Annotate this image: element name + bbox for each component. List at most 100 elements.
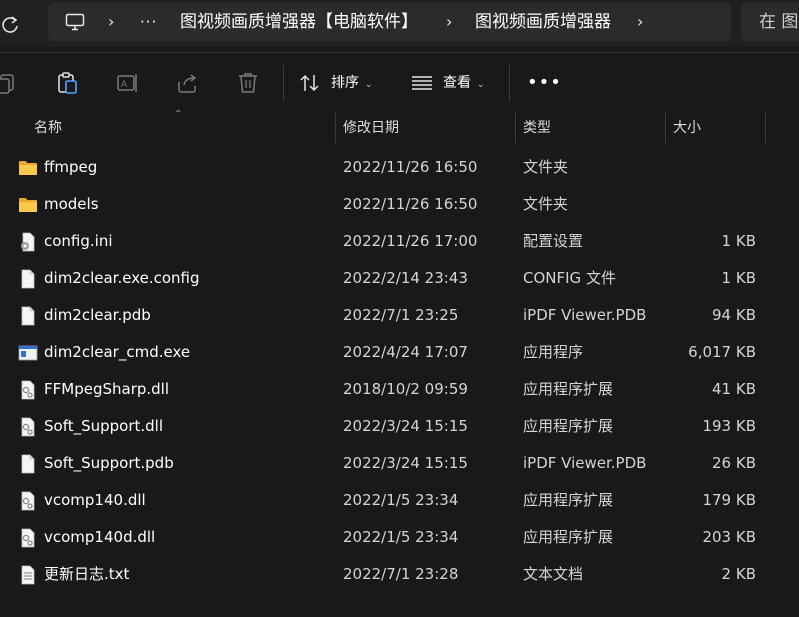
file-row[interactable]: vcomp140d.dll 2022/1/5 23:34 应用程序扩展 203 KB — [0, 519, 799, 556]
file-modified-date: 2022/4/24 17:07 — [343, 343, 468, 361]
blank-file-icon — [18, 306, 38, 326]
dll-file-icon — [18, 380, 38, 400]
sort-button[interactable]: 排序 ⌄ — [299, 67, 373, 99]
file-type: 应用程序扩展 — [523, 528, 614, 546]
dll-file-icon — [18, 528, 38, 548]
file-name: vcomp140d.dll — [44, 528, 156, 546]
file-row[interactable]: ffmpeg 2022/11/26 16:50 文件夹 — [0, 149, 799, 186]
view-list-icon — [412, 76, 432, 90]
copy-icon[interactable] — [0, 70, 18, 96]
breadcrumb-overflow[interactable]: ··· — [140, 3, 157, 41]
view-button[interactable]: 查看 ⌄ — [411, 67, 485, 99]
file-type: iPDF Viewer.PDB — [523, 306, 647, 324]
file-size: 26 KB — [712, 454, 756, 472]
sort-icon — [300, 74, 319, 92]
file-row[interactable]: Soft_Support.dll 2022/3/24 15:15 应用程序扩展 193… — [0, 408, 799, 445]
svg-text:A: A — [121, 80, 128, 90]
file-row[interactable]: dim2clear.exe.config 2022/2/14 23:43 CONFI… — [0, 260, 799, 297]
file-name: config.ini — [44, 232, 113, 250]
file-row[interactable]: Soft_Support.pdb 2022/3/24 15:15 iPDF View… — [0, 445, 799, 482]
breadcrumb-current[interactable]: 图视频画质增强器 — [475, 3, 611, 41]
file-size: 2 KB — [721, 565, 756, 583]
file-row[interactable]: FFMpegSharp.dll 2018/10/2 09:59 应用程序扩展 41 K… — [0, 371, 799, 408]
dll-file-icon — [18, 491, 38, 511]
file-modified-date: 2022/2/14 23:43 — [343, 269, 468, 287]
file-name: dim2clear_cmd.exe — [44, 343, 191, 361]
file-modified-date: 2022/1/5 23:34 — [343, 491, 459, 509]
file-modified-date: 2018/10/2 09:59 — [343, 380, 468, 398]
blank-file-icon — [18, 454, 38, 474]
file-name: dim2clear.exe.config — [44, 269, 200, 287]
column-header-name[interactable]: 名称 — [34, 113, 62, 143]
file-name: ffmpeg — [44, 158, 98, 176]
exe-file-icon — [18, 343, 38, 363]
file-modified-date: 2022/11/26 17:00 — [343, 232, 478, 250]
share-icon[interactable] — [175, 70, 201, 96]
file-type: 配置设置 — [523, 232, 584, 250]
column-divider[interactable] — [515, 113, 516, 143]
toolbar-separator — [509, 65, 510, 101]
chevron-right-icon[interactable]: › — [108, 3, 114, 41]
sort-label: 排序 — [331, 75, 359, 91]
column-header-row: ⌃ 名称 修改日期 类型 大小 — [0, 109, 799, 143]
file-name: vcomp140.dll — [44, 491, 146, 509]
text-file-icon — [18, 565, 38, 585]
file-type: 应用程序扩展 — [523, 380, 614, 398]
file-modified-date: 2022/7/1 23:25 — [343, 306, 459, 324]
dll-file-icon — [18, 417, 38, 437]
blank-file-icon — [18, 269, 38, 289]
more-options-button[interactable]: ••• — [527, 67, 561, 99]
file-modified-date: 2022/11/26 16:50 — [343, 195, 478, 213]
file-name: models — [44, 195, 99, 213]
toolbar-separator — [283, 65, 284, 101]
file-size: 41 KB — [712, 380, 756, 398]
view-label: 查看 — [443, 75, 471, 91]
address-bar[interactable]: › ··· 图视频画质增强器【电脑软件】 › 图视频画质增强器 › — [48, 3, 731, 41]
column-divider[interactable] — [665, 113, 666, 143]
this-pc-icon[interactable] — [65, 13, 85, 31]
column-divider[interactable] — [335, 113, 336, 143]
file-modified-date: 2022/7/1 23:28 — [343, 565, 459, 583]
folder-icon — [18, 195, 38, 215]
file-row[interactable]: vcomp140.dll 2022/1/5 23:34 应用程序扩展 179 KB — [0, 482, 799, 519]
file-name: Soft_Support.dll — [44, 417, 164, 435]
chevron-down-icon: ⌄ — [365, 80, 373, 90]
chevron-right-icon[interactable]: › — [446, 3, 452, 41]
file-size: 1 KB — [721, 269, 756, 287]
search-input[interactable]: 在 图 — [741, 3, 799, 41]
chevron-right-icon[interactable]: › — [637, 3, 643, 41]
column-divider[interactable] — [765, 113, 766, 143]
file-name: 更新日志.txt — [44, 565, 130, 583]
chevron-down-icon: ⌄ — [477, 80, 485, 90]
file-modified-date: 2022/11/26 16:50 — [343, 158, 478, 176]
file-type: 文件夹 — [523, 158, 569, 176]
folder-icon — [18, 158, 38, 178]
file-size: 1 KB — [721, 232, 756, 250]
file-modified-date: 2022/3/24 15:15 — [343, 417, 468, 435]
paste-icon[interactable] — [55, 70, 81, 96]
file-name: Soft_Support.pdb — [44, 454, 174, 472]
file-row[interactable]: config.ini 2022/11/26 17:00 配置设置 1 KB — [0, 223, 799, 260]
refresh-icon[interactable] — [0, 14, 22, 36]
file-modified-date: 2022/1/5 23:34 — [343, 528, 459, 546]
file-name: dim2clear.pdb — [44, 306, 151, 324]
file-row[interactable]: dim2clear.pdb 2022/7/1 23:25 iPDF Viewer.P… — [0, 297, 799, 334]
file-row[interactable]: 更新日志.txt 2022/7/1 23:28 文本文档 2 KB — [0, 556, 799, 593]
column-header-size[interactable]: 大小 — [673, 113, 701, 143]
file-type: iPDF Viewer.PDB — [523, 454, 647, 472]
column-header-type[interactable]: 类型 — [523, 113, 551, 143]
delete-icon[interactable] — [235, 70, 261, 96]
breadcrumb-parent[interactable]: 图视频画质增强器【电脑软件】 — [180, 3, 418, 41]
sort-ascending-icon: ⌃ — [174, 109, 183, 120]
address-bar-row: › ··· 图视频画质增强器【电脑软件】 › 图视频画质增强器 › 在 图 — [0, 0, 799, 47]
column-header-modified[interactable]: 修改日期 — [343, 113, 399, 143]
file-list: ffmpeg 2022/11/26 16:50 文件夹 models 2022/11/2… — [0, 149, 799, 593]
file-name: FFMpegSharp.dll — [44, 380, 170, 398]
file-modified-date: 2022/3/24 15:15 — [343, 454, 468, 472]
file-size: 6,017 KB — [688, 343, 756, 361]
file-row[interactable]: models 2022/11/26 16:50 文件夹 — [0, 186, 799, 223]
file-row[interactable]: dim2clear_cmd.exe 2022/4/24 17:07 应用程序 6,01… — [0, 334, 799, 371]
rename-icon[interactable]: A — [115, 70, 141, 96]
file-type: CONFIG 文件 — [523, 269, 616, 287]
file-type: 应用程序扩展 — [523, 491, 614, 509]
